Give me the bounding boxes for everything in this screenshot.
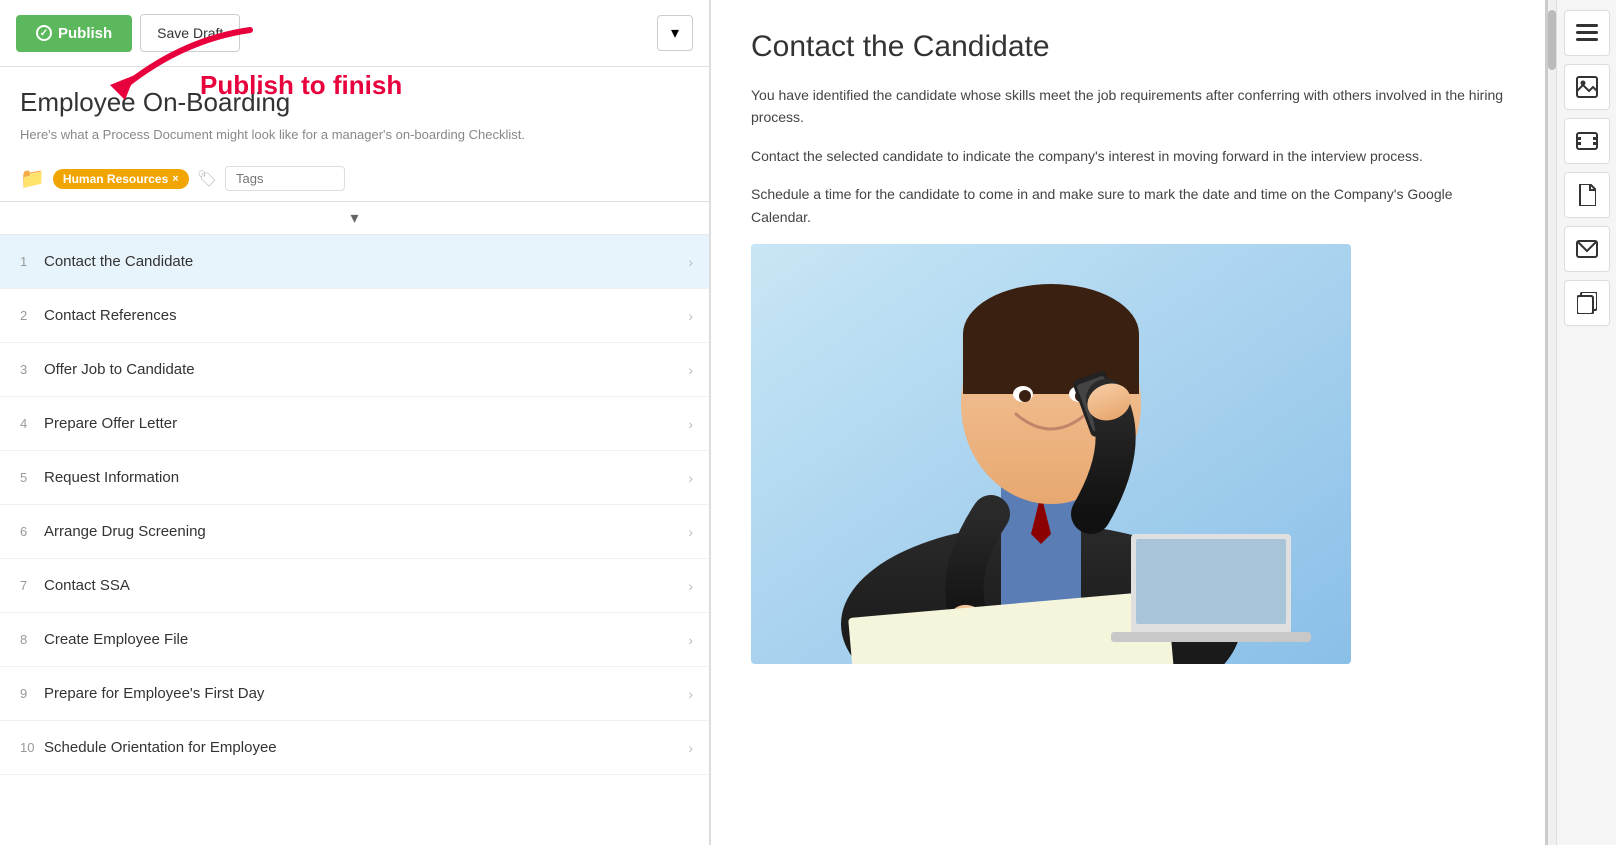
checklist-item[interactable]: 9 Prepare for Employee's First Day › <box>0 667 709 721</box>
tags-area: 📁 Human Resources × 🏷 <box>0 156 709 202</box>
item-label: Request Information <box>44 469 688 486</box>
content-area: Contact the Candidate You have identifie… <box>711 0 1548 845</box>
chevron-right-icon: › <box>688 740 693 756</box>
right-scroll-thumb[interactable] <box>1548 10 1556 70</box>
document-header: Employee On-Boarding Here's what a Proce… <box>0 67 709 156</box>
document-description: Here's what a Process Document might loo… <box>20 126 689 144</box>
checklist-item[interactable]: 7 Contact SSA › <box>0 559 709 613</box>
right-scrollbar[interactable] <box>1548 0 1556 845</box>
item-number: 8 <box>20 632 44 647</box>
mail-icon[interactable] <box>1564 226 1610 272</box>
content-body: You have identified the candidate whose … <box>751 84 1505 228</box>
category-tag-label: Human Resources <box>63 172 168 186</box>
chevron-right-icon: › <box>688 362 693 378</box>
content-image <box>751 244 1351 664</box>
checklist-item[interactable]: 10 Schedule Orientation for Employee › <box>0 721 709 775</box>
content-title: Contact the Candidate <box>751 30 1505 64</box>
item-number: 9 <box>20 686 44 701</box>
save-draft-button[interactable]: Save Draft <box>140 14 240 52</box>
item-number: 5 <box>20 470 44 485</box>
image-icon[interactable] <box>1564 64 1610 110</box>
item-label: Contact SSA <box>44 577 688 594</box>
tag-icon: 🏷 <box>197 169 217 189</box>
save-draft-label: Save Draft <box>157 25 223 41</box>
chevron-right-icon: › <box>688 686 693 702</box>
left-panel: ✓ Publish Save Draft ▾ Publish to finish… <box>0 0 710 845</box>
content-paragraph: Contact the selected candidate to indica… <box>751 145 1505 167</box>
film-icon[interactable] <box>1564 118 1610 164</box>
item-label: Contact the Candidate <box>44 253 688 270</box>
item-label: Offer Job to Candidate <box>44 361 688 378</box>
publish-label: Publish <box>58 25 112 42</box>
checklist: 1 Contact the Candidate › 2 Contact Refe… <box>0 235 709 845</box>
tags-input[interactable] <box>225 166 345 191</box>
dropdown-icon: ▾ <box>671 23 679 43</box>
checklist-item[interactable]: 5 Request Information › <box>0 451 709 505</box>
item-label: Contact References <box>44 307 688 324</box>
person-illustration <box>751 244 1351 664</box>
item-label: Schedule Orientation for Employee <box>44 739 688 756</box>
folder-icon: 📁 <box>20 166 45 191</box>
right-sidebar <box>1556 0 1616 845</box>
item-number: 1 <box>20 254 44 269</box>
content-paragraph: You have identified the candidate whose … <box>751 84 1505 129</box>
item-number: 3 <box>20 362 44 377</box>
checklist-item[interactable]: 1 Contact the Candidate › <box>0 235 709 289</box>
chevron-right-icon: › <box>688 578 693 594</box>
remove-tag-icon[interactable]: × <box>172 173 178 185</box>
chevron-down-icon: ▾ <box>350 208 358 228</box>
collapse-toggle[interactable]: ▾ <box>0 202 709 235</box>
chevron-right-icon: › <box>688 632 693 648</box>
checklist-item[interactable]: 2 Contact References › <box>0 289 709 343</box>
copy-icon[interactable] <box>1564 280 1610 326</box>
file-icon[interactable] <box>1564 172 1610 218</box>
hamburger-menu-icon[interactable] <box>1564 10 1610 56</box>
checklist-item[interactable]: 6 Arrange Drug Screening › <box>0 505 709 559</box>
item-number: 10 <box>20 740 44 755</box>
document-title: Employee On-Boarding <box>20 87 689 118</box>
checklist-item[interactable]: 4 Prepare Offer Letter › <box>0 397 709 451</box>
chevron-right-icon: › <box>688 416 693 432</box>
item-number: 6 <box>20 524 44 539</box>
item-label: Prepare for Employee's First Day <box>44 685 688 702</box>
item-label: Arrange Drug Screening <box>44 523 688 540</box>
checklist-item[interactable]: 3 Offer Job to Candidate › <box>0 343 709 397</box>
checklist-item[interactable]: 8 Create Employee File › <box>0 613 709 667</box>
chevron-right-icon: › <box>688 470 693 486</box>
main-container: ✓ Publish Save Draft ▾ Publish to finish… <box>0 0 1616 845</box>
item-number: 4 <box>20 416 44 431</box>
item-label: Create Employee File <box>44 631 688 648</box>
content-paragraph: Schedule a time for the candidate to com… <box>751 183 1505 228</box>
item-number: 7 <box>20 578 44 593</box>
category-tag[interactable]: Human Resources × <box>53 169 189 189</box>
item-label: Prepare Offer Letter <box>44 415 688 432</box>
chevron-right-icon: › <box>688 524 693 540</box>
toolbar: ✓ Publish Save Draft ▾ Publish to finish <box>0 0 709 67</box>
check-icon: ✓ <box>36 25 52 41</box>
dropdown-button[interactable]: ▾ <box>657 15 693 51</box>
publish-button[interactable]: ✓ Publish <box>16 15 132 52</box>
right-panel: Contact the Candidate You have identifie… <box>710 0 1616 845</box>
item-number: 2 <box>20 308 44 323</box>
chevron-right-icon: › <box>688 254 693 270</box>
chevron-right-icon: › <box>688 308 693 324</box>
